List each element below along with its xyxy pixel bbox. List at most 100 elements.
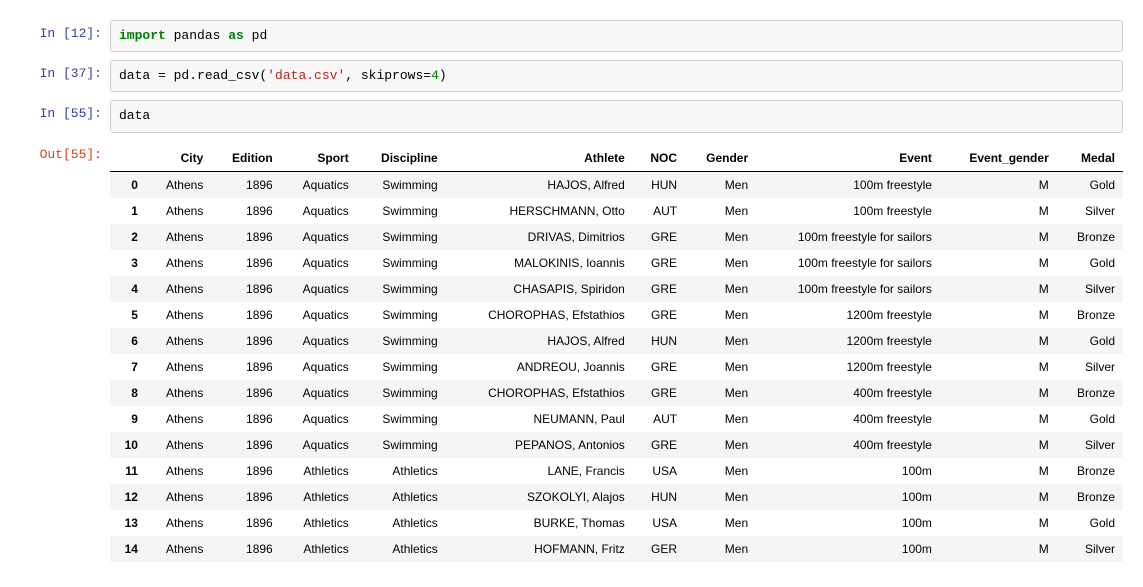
cell: Aquatics — [281, 276, 357, 302]
cell: M — [940, 224, 1057, 250]
cell: Men — [685, 354, 756, 380]
code-text: ) — [439, 68, 447, 83]
cell: GRE — [633, 302, 685, 328]
cell: GRE — [633, 380, 685, 406]
table-row: 11Athens1896AthleticsAthleticsLANE, Fran… — [110, 458, 1123, 484]
cell: MALOKINIS, Ioannis — [446, 250, 633, 276]
row-index: 14 — [110, 536, 146, 562]
table-row: 10Athens1896AquaticsSwimmingPEPANOS, Ant… — [110, 432, 1123, 458]
cell: Athletics — [357, 458, 446, 484]
cell: AUT — [633, 198, 685, 224]
cell: Athens — [146, 250, 211, 276]
cell: Men — [685, 536, 756, 562]
cell: M — [940, 380, 1057, 406]
table-body: 0Athens1896AquaticsSwimmingHAJOS, Alfred… — [110, 171, 1123, 562]
number-literal: 4 — [431, 68, 439, 83]
row-index: 11 — [110, 458, 146, 484]
cell: M — [940, 276, 1057, 302]
cell: Swimming — [357, 224, 446, 250]
code-cell-2[interactable]: In [37]: data = pd.read_csv('data.csv', … — [0, 60, 1143, 92]
col-header: City — [146, 145, 211, 172]
cell: 100m — [756, 536, 940, 562]
cell: Aquatics — [281, 354, 357, 380]
cell: M — [940, 250, 1057, 276]
cell: M — [940, 432, 1057, 458]
cell: 1896 — [211, 171, 280, 198]
col-header: NOC — [633, 145, 685, 172]
cell: M — [940, 302, 1057, 328]
cell: CHASAPIS, Spiridon — [446, 276, 633, 302]
cell: M — [940, 484, 1057, 510]
cell: Bronze — [1057, 224, 1123, 250]
row-index: 12 — [110, 484, 146, 510]
col-header: Medal — [1057, 145, 1123, 172]
cell: M — [940, 406, 1057, 432]
notebook-container: In [12]: import pandas as pd In [37]: da… — [0, 0, 1143, 562]
cell: 1200m freestyle — [756, 328, 940, 354]
cell: M — [940, 354, 1057, 380]
cell: Athens — [146, 328, 211, 354]
code-cell-3[interactable]: In [55]: data — [0, 100, 1143, 132]
cell: DRIVAS, Dimitrios — [446, 224, 633, 250]
cell: USA — [633, 510, 685, 536]
code-cell-1[interactable]: In [12]: import pandas as pd — [0, 20, 1143, 52]
cell: Athletics — [281, 484, 357, 510]
cell: GRE — [633, 354, 685, 380]
cell: Athletics — [357, 536, 446, 562]
cell: Swimming — [357, 250, 446, 276]
cell: GRE — [633, 432, 685, 458]
col-header: Discipline — [357, 145, 446, 172]
index-header — [110, 145, 146, 172]
cell: 1896 — [211, 224, 280, 250]
cell: Aquatics — [281, 224, 357, 250]
cell: Swimming — [357, 406, 446, 432]
cell: 1896 — [211, 250, 280, 276]
code-text: pandas — [166, 28, 228, 43]
cell: Swimming — [357, 302, 446, 328]
cell: Silver — [1057, 536, 1123, 562]
cell: 1896 — [211, 432, 280, 458]
table-row: 6Athens1896AquaticsSwimmingHAJOS, Alfred… — [110, 328, 1123, 354]
table-row: 12Athens1896AthleticsAthleticsSZOKOLYI, … — [110, 484, 1123, 510]
cell: CHOROPHAS, Efstathios — [446, 302, 633, 328]
input-prompt: In [37]: — [0, 60, 110, 87]
cell: NEUMANN, Paul — [446, 406, 633, 432]
cell: Athens — [146, 510, 211, 536]
code-input[interactable]: data — [110, 100, 1123, 132]
table-row: 5Athens1896AquaticsSwimmingCHOROPHAS, Ef… — [110, 302, 1123, 328]
cell: 100m — [756, 484, 940, 510]
cell: Men — [685, 276, 756, 302]
cell: Swimming — [357, 276, 446, 302]
cell: Swimming — [357, 432, 446, 458]
cell: Men — [685, 171, 756, 198]
cell: 100m freestyle for sailors — [756, 276, 940, 302]
cell: 1896 — [211, 510, 280, 536]
cell: 100m — [756, 510, 940, 536]
cell: 1896 — [211, 484, 280, 510]
cell: 1896 — [211, 354, 280, 380]
cell: Swimming — [357, 171, 446, 198]
row-index: 4 — [110, 276, 146, 302]
cell: Bronze — [1057, 302, 1123, 328]
table-row: 13Athens1896AthleticsAthleticsBURKE, Tho… — [110, 510, 1123, 536]
cell: Athletics — [281, 458, 357, 484]
cell: Gold — [1057, 328, 1123, 354]
keyword: import — [119, 28, 166, 43]
cell: Men — [685, 224, 756, 250]
cell: Swimming — [357, 328, 446, 354]
cell: HUN — [633, 171, 685, 198]
cell: HOFMANN, Fritz — [446, 536, 633, 562]
cell: GRE — [633, 276, 685, 302]
code-input[interactable]: import pandas as pd — [110, 20, 1123, 52]
row-index: 3 — [110, 250, 146, 276]
cell: 1896 — [211, 276, 280, 302]
cell: 1896 — [211, 302, 280, 328]
cell: Athens — [146, 484, 211, 510]
cell: Aquatics — [281, 198, 357, 224]
cell: Men — [685, 380, 756, 406]
cell: Silver — [1057, 276, 1123, 302]
cell: M — [940, 510, 1057, 536]
cell: HAJOS, Alfred — [446, 171, 633, 198]
code-input[interactable]: data = pd.read_csv('data.csv', skiprows=… — [110, 60, 1123, 92]
row-index: 13 — [110, 510, 146, 536]
